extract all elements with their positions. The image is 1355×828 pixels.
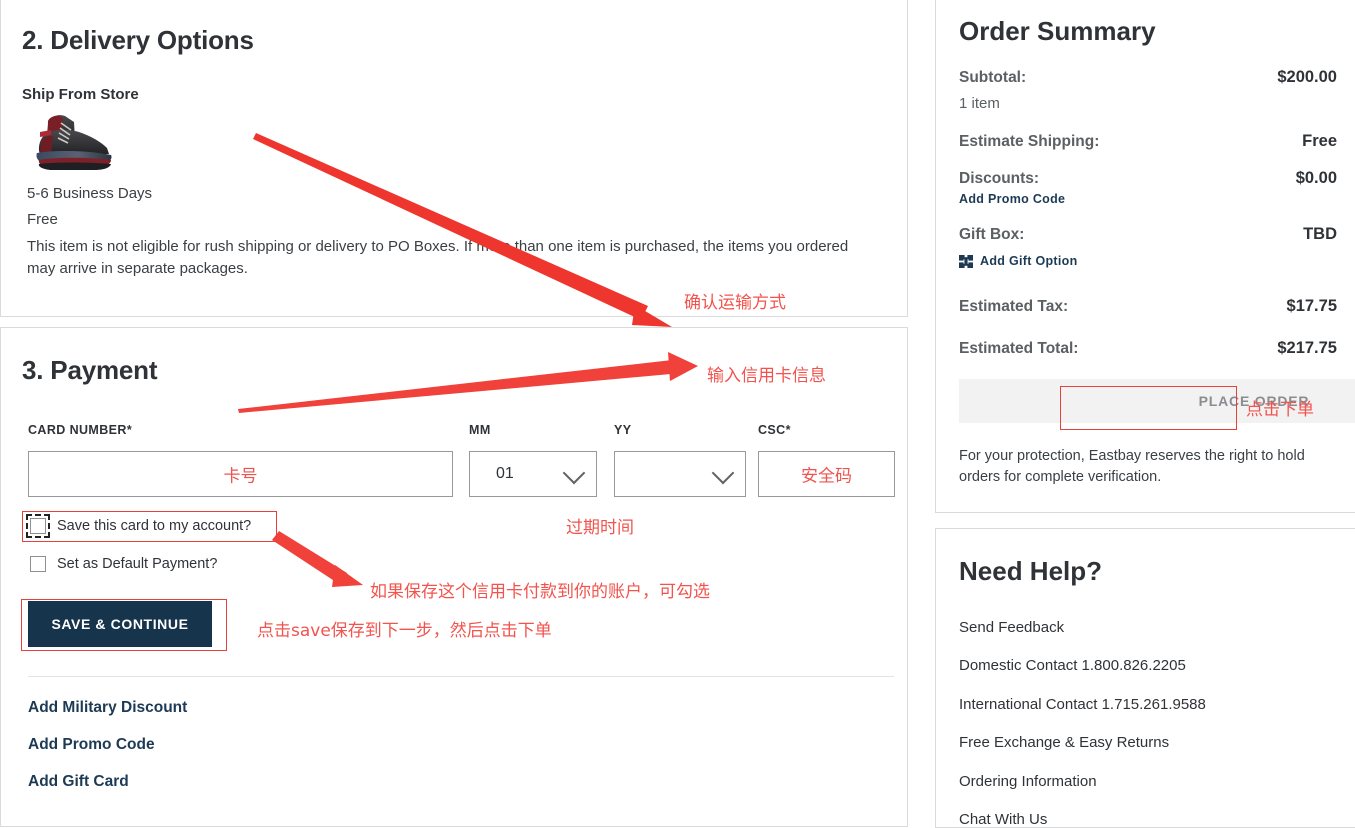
delivery-price: Free bbox=[27, 211, 58, 228]
help-link-send-feedback[interactable]: Send Feedback bbox=[959, 619, 1064, 636]
help-link-ordering-information[interactable]: Ordering Information bbox=[959, 773, 1097, 790]
chevron-down-icon bbox=[711, 461, 735, 485]
summary-item-count: 1 item bbox=[959, 95, 1000, 112]
csc-annotation-placeholder: 安全码 bbox=[801, 466, 852, 487]
save-card-checkbox[interactable] bbox=[26, 514, 50, 538]
save-card-label: Save this card to my account? bbox=[57, 518, 252, 534]
add-promo-code-link[interactable]: Add Promo Code bbox=[28, 736, 155, 754]
save-and-continue-button[interactable]: SAVE & CONTINUE bbox=[28, 601, 212, 647]
card-number-label: CARD NUMBER* bbox=[28, 423, 133, 437]
summary-key: Estimated Total: bbox=[959, 340, 1079, 357]
annotation-enter-card-info: 输入信用卡信息 bbox=[707, 366, 826, 386]
expiry-month-label: MM bbox=[469, 423, 491, 437]
add-gift-card-link[interactable]: Add Gift Card bbox=[28, 773, 129, 791]
delivery-eta: 5-6 Business Days bbox=[27, 185, 153, 202]
order-summary-title: Order Summary bbox=[959, 16, 1156, 46]
set-default-checkbox[interactable] bbox=[30, 556, 46, 572]
expiry-month-select[interactable]: 01 bbox=[469, 451, 597, 497]
summary-row-tax: Estimated Tax: $17.75 bbox=[959, 297, 1337, 316]
annotation-save-card-note: 如果保存这个信用卡付款到你的账户，可勾选 bbox=[370, 582, 710, 602]
set-default-label: Set as Default Payment? bbox=[57, 556, 218, 572]
sneaker-icon bbox=[36, 115, 112, 170]
set-default-checkbox-row[interactable]: Set as Default Payment? bbox=[30, 556, 217, 572]
summary-value: $17.75 bbox=[1286, 297, 1337, 315]
need-help-panel: Need Help? Send Feedback Domestic Contac… bbox=[935, 528, 1355, 828]
summary-row-total: Estimated Total: $217.75 bbox=[959, 339, 1337, 358]
delivery-note: This item is not eligible for rush shipp… bbox=[27, 238, 849, 277]
summary-key: Subtotal: bbox=[959, 69, 1027, 86]
summary-value: $217.75 bbox=[1277, 339, 1337, 357]
card-number-input[interactable]: 卡号 bbox=[28, 451, 453, 497]
annotation-place-order-note: 点击下单 bbox=[1246, 400, 1314, 420]
protection-note: For your protection, Eastbay reserves th… bbox=[959, 448, 1305, 485]
summary-row-discounts: Discounts: $0.00 bbox=[959, 169, 1337, 188]
summary-row-subtotal: Subtotal: $200.00 bbox=[959, 68, 1337, 87]
expiry-month-value: 01 bbox=[496, 465, 514, 482]
save-card-checkbox-row[interactable]: Save this card to my account? bbox=[26, 514, 252, 538]
save-and-continue-label: SAVE & CONTINUE bbox=[51, 616, 189, 632]
csc-input[interactable]: 安全码 bbox=[758, 451, 895, 497]
annotation-shipping-method: 确认运输方式 bbox=[684, 293, 786, 313]
gift-option-icon bbox=[959, 254, 973, 268]
summary-value: TBD bbox=[1303, 225, 1337, 243]
help-link-international-contact[interactable]: International Contact 1.715.261.9588 bbox=[959, 696, 1206, 713]
delivery-section-title: 2. Delivery Options bbox=[22, 25, 254, 55]
card-number-annotation-placeholder: 卡号 bbox=[223, 466, 258, 487]
help-link-free-exchange[interactable]: Free Exchange & Easy Returns bbox=[959, 734, 1169, 751]
help-link-domestic-contact[interactable]: Domestic Contact 1.800.826.2205 bbox=[959, 657, 1186, 674]
add-promo-code-link[interactable]: Add Promo Code bbox=[959, 192, 1065, 206]
summary-key: Gift Box: bbox=[959, 226, 1025, 243]
chevron-down-icon bbox=[562, 461, 586, 485]
summary-row-shipping: Estimate Shipping: Free bbox=[959, 132, 1337, 151]
order-summary-panel: Order Summary Subtotal: $200.00 1 item E… bbox=[935, 0, 1355, 513]
annotation-expiry: 过期时间 bbox=[566, 518, 634, 538]
csc-label: CSC* bbox=[758, 423, 791, 437]
add-gift-option-link[interactable]: Add Gift Option bbox=[959, 254, 1078, 268]
add-gift-option-label: Add Gift Option bbox=[980, 254, 1078, 268]
summary-key: Estimate Shipping: bbox=[959, 133, 1100, 150]
ship-from-store-label: Ship From Store bbox=[22, 86, 139, 103]
product-thumbnail bbox=[27, 110, 119, 172]
need-help-title: Need Help? bbox=[959, 556, 1103, 586]
summary-key: Estimated Tax: bbox=[959, 298, 1069, 315]
annotation-save-continue-note: 点击save保存到下一步，然后点击下单 bbox=[257, 621, 552, 641]
summary-value: $200.00 bbox=[1277, 68, 1337, 86]
summary-value: Free bbox=[1302, 132, 1337, 150]
help-link-chat-with-us[interactable]: Chat With Us bbox=[959, 811, 1047, 828]
checkout-page: 2. Delivery Options Ship From Store 5-6 … bbox=[0, 0, 1355, 828]
delivery-options-panel: 2. Delivery Options Ship From Store 5-6 … bbox=[0, 0, 908, 317]
add-military-discount-link[interactable]: Add Military Discount bbox=[28, 699, 187, 717]
summary-key: Discounts: bbox=[959, 170, 1040, 187]
payment-section-title: 3. Payment bbox=[22, 355, 158, 385]
expiry-year-select[interactable] bbox=[614, 451, 746, 497]
expiry-year-label: YY bbox=[614, 423, 632, 437]
divider bbox=[28, 676, 894, 677]
summary-row-gift-box: Gift Box: TBD bbox=[959, 225, 1337, 244]
summary-value: $0.00 bbox=[1295, 169, 1337, 187]
